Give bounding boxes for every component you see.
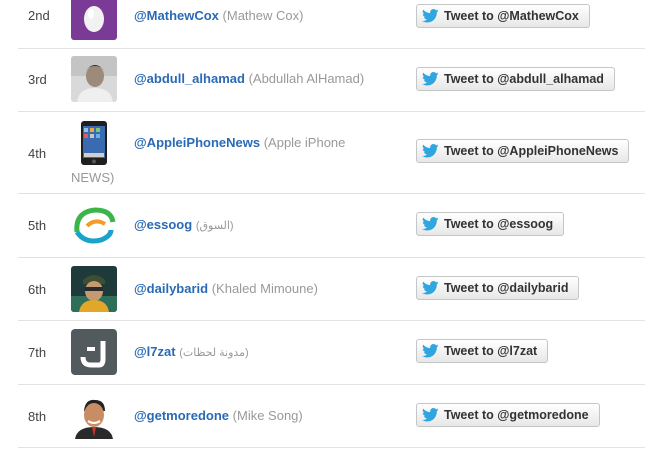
- rank-label: 5th: [28, 218, 47, 233]
- user-display-name: (مدونة لحظات): [179, 347, 249, 359]
- user-handle-link[interactable]: @getmoredone: [134, 408, 229, 423]
- iphone-avatar-icon[interactable]: [71, 120, 117, 166]
- user-handle-link[interactable]: @dailybarid: [134, 281, 208, 296]
- table-row: 7th @l7zat (مدونة لحظات) Tweet to @l7zat: [18, 321, 645, 385]
- tweet-to-button[interactable]: Tweet to @abdull_alhamad: [416, 67, 615, 91]
- tweet-to-button[interactable]: Tweet to @MathewCox: [416, 4, 590, 28]
- user-display-name: (Khaled Mimoune): [211, 281, 318, 296]
- user-photo-avatar-icon[interactable]: [71, 266, 117, 312]
- table-row: 2nd @MathewCox (Mathew Cox) Tweet to @Ma…: [18, 0, 645, 49]
- user-display-name: (Mike Song): [232, 408, 303, 423]
- tweet-to-label: Tweet to @essoog: [444, 217, 554, 231]
- tweet-to-button[interactable]: Tweet to @l7zat: [416, 339, 549, 363]
- user-photo-avatar-icon[interactable]: [71, 56, 117, 102]
- user-display-name: (السوق): [195, 220, 234, 232]
- user-display-name: (Abdullah AlHamad): [248, 71, 365, 86]
- user-handle-link[interactable]: @l7zat: [134, 344, 176, 359]
- tweet-to-label: Tweet to @l7zat: [444, 344, 538, 358]
- user-info: @MathewCox (Mathew Cox): [134, 5, 396, 26]
- table-row: 4th @AppleiPhoneNews (Apple iPhone NEWS)…: [18, 112, 645, 194]
- rank-label: 8th: [28, 409, 47, 424]
- table-row: 3rd @abdull_alhamad (Abdullah AlHamad) T…: [18, 48, 645, 112]
- twitter-bird-icon: [422, 9, 439, 23]
- user-handle-link[interactable]: @MathewCox: [134, 8, 219, 23]
- twitter-bird-icon: [422, 144, 439, 158]
- rank-label: 6th: [28, 282, 47, 297]
- user-display-name: (Apple iPhone: [263, 135, 346, 150]
- user-info: @AppleiPhoneNews (Apple iPhone: [134, 132, 396, 153]
- user-info: @l7zat (مدونة لحظات): [134, 341, 396, 364]
- arabic-letter-avatar-icon[interactable]: [71, 329, 117, 375]
- user-handle-link[interactable]: @essoog: [134, 217, 192, 232]
- twitter-bird-icon: [422, 217, 439, 231]
- user-info: @getmoredone (Mike Song): [134, 405, 396, 426]
- tweet-to-button[interactable]: Tweet to @essoog: [416, 212, 565, 236]
- user-info: @dailybarid (Khaled Mimoune): [134, 278, 396, 299]
- twitter-bird-icon: [422, 408, 439, 422]
- tweet-to-button[interactable]: Tweet to @getmoredone: [416, 403, 600, 427]
- tweet-to-button[interactable]: Tweet to @AppleiPhoneNews: [416, 139, 630, 163]
- user-photo-avatar-icon[interactable]: [71, 393, 117, 439]
- user-display-name: (Mathew Cox): [222, 8, 304, 23]
- rank-label: 2nd: [28, 8, 50, 23]
- rank-label: 7th: [28, 345, 47, 360]
- user-info: @abdull_alhamad (Abdullah AlHamad): [134, 68, 396, 89]
- table-row: 8th @getmoredone (Mike Song) Tweet to @g…: [18, 385, 645, 448]
- user-display-name-wrap: NEWS): [71, 170, 115, 185]
- table-row: 6th @dailybarid (Khaled Mimoune) Tweet t…: [18, 258, 645, 321]
- twitter-bird-icon: [422, 281, 439, 295]
- user-info: @essoog (السوق): [134, 214, 396, 237]
- egg-avatar-icon[interactable]: [71, 0, 117, 40]
- tweet-to-label: Tweet to @MathewCox: [444, 9, 579, 23]
- essoog-logo-avatar-icon[interactable]: [71, 202, 117, 248]
- tweet-to-label: Tweet to @dailybarid: [444, 281, 569, 295]
- user-handle-link[interactable]: @AppleiPhoneNews: [134, 135, 260, 150]
- rank-label: 3rd: [28, 72, 47, 87]
- table-row: 5th @essoog (السوق) Tweet to @essoog: [18, 194, 645, 258]
- rank-label: 4th: [28, 146, 47, 161]
- tweet-to-button[interactable]: Tweet to @dailybarid: [416, 276, 580, 300]
- user-handle-link[interactable]: @abdull_alhamad: [134, 71, 245, 86]
- tweet-to-label: Tweet to @abdull_alhamad: [444, 72, 604, 86]
- tweet-to-label: Tweet to @AppleiPhoneNews: [444, 144, 619, 158]
- twitter-bird-icon: [422, 344, 439, 358]
- tweet-to-label: Tweet to @getmoredone: [444, 408, 589, 422]
- twitter-bird-icon: [422, 72, 439, 86]
